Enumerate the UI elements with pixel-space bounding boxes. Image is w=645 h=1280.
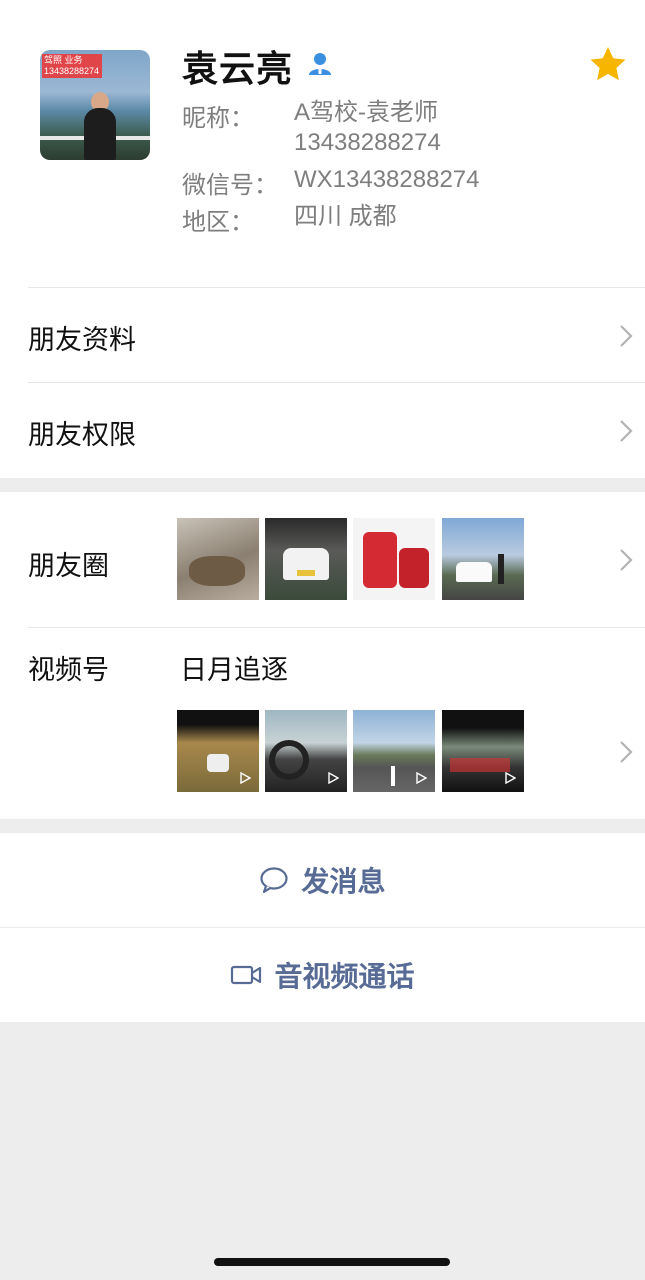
chevron-right-icon [620, 549, 633, 571]
contact-name: 袁云亮 [182, 48, 294, 89]
play-icon [505, 772, 516, 784]
avatar[interactable]: 驾照 业务 13438288274 [40, 50, 150, 160]
nickname-value: A驾校-袁老师 13438288274 [294, 98, 441, 158]
wechat-id-label: 微信号： [182, 172, 278, 199]
video-camera-icon [231, 965, 262, 985]
home-indicator[interactable] [214, 1258, 450, 1266]
moments-photo-1[interactable] [177, 518, 259, 600]
star-icon[interactable] [588, 44, 628, 84]
nickname-line1: A驾校-袁老师 [294, 99, 438, 126]
region-value: 四川 成都 [294, 203, 397, 230]
send-message-button[interactable]: 发消息 [0, 833, 645, 927]
nickname-line2: 13438288274 [294, 129, 441, 156]
channels-row[interactable]: 视频号 日月追逐 [0, 628, 645, 819]
profile-section: 驾照 业务 13438288274 袁云亮 昵称： A驾校-袁老师 134382… [0, 0, 645, 478]
chevron-right-icon [620, 741, 633, 763]
play-icon [416, 772, 427, 784]
friend-info-row[interactable]: 朋友资料 [28, 287, 645, 382]
channel-video-3[interactable] [353, 710, 435, 792]
send-message-label: 发消息 [301, 866, 386, 897]
audio-video-call-button[interactable]: 音视频通话 [0, 928, 645, 1022]
friend-permissions-row[interactable]: 朋友权限 [28, 382, 645, 477]
channel-video-1[interactable] [177, 710, 259, 792]
moments-photo-2[interactable] [265, 518, 347, 600]
moments-section: 朋友圈 视频号 日月追逐 [0, 492, 645, 819]
person-icon [309, 53, 331, 75]
channel-video-2[interactable] [265, 710, 347, 792]
chat-bubble-icon [260, 867, 289, 894]
moments-photo-4[interactable] [442, 518, 524, 600]
chevron-right-icon [620, 325, 633, 347]
channels-label: 视频号 [28, 655, 109, 685]
play-icon [240, 772, 251, 784]
friend-info-label: 朋友资料 [28, 325, 136, 355]
wechat-id-value: WX13438288274 [294, 166, 480, 193]
nickname-label: 昵称： [182, 105, 254, 132]
call-section: 音视频通话 [0, 928, 645, 1022]
chevron-right-icon [620, 420, 633, 442]
moments-photo-3[interactable] [353, 518, 435, 600]
friend-permissions-label: 朋友权限 [28, 420, 136, 450]
channel-name: 日月追逐 [180, 655, 288, 685]
message-section: 发消息 [0, 833, 645, 927]
moments-row[interactable]: 朋友圈 [0, 492, 645, 627]
avatar-person [84, 108, 116, 160]
audio-video-call-label: 音视频通话 [274, 961, 415, 992]
avatar-tag-line2: 13438288274 [44, 66, 100, 76]
moments-label: 朋友圈 [28, 551, 109, 581]
avatar-tag: 驾照 业务 13438288274 [42, 54, 102, 78]
play-icon [328, 772, 339, 784]
channel-video-4[interactable] [442, 710, 524, 792]
region-label: 地区： [182, 209, 254, 236]
avatar-tag-line1: 驾照 业务 [44, 55, 83, 65]
